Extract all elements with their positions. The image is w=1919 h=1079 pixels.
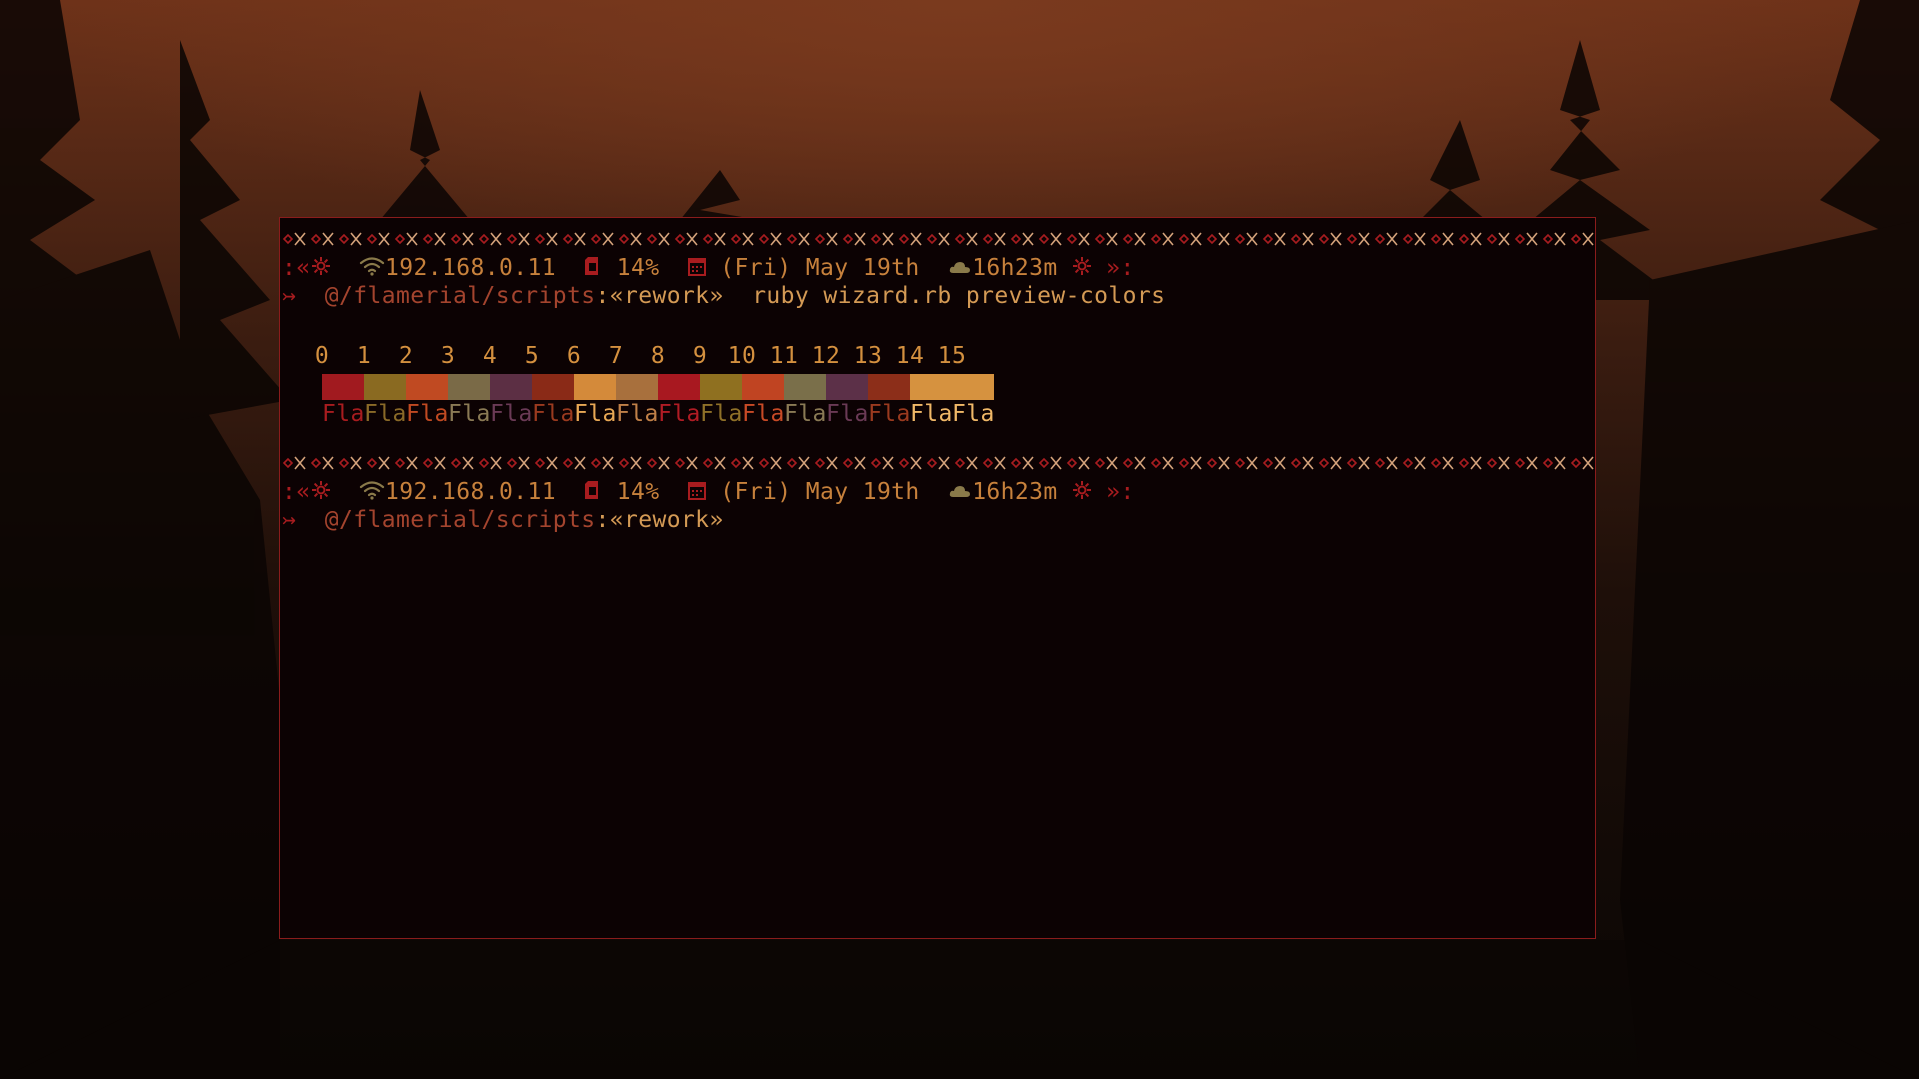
palette-index: 4	[482, 343, 498, 369]
palette-sample-text: Fla	[406, 401, 449, 427]
palette-swatch	[448, 374, 490, 400]
sun-icon	[311, 255, 331, 283]
prompt-close: »:	[1106, 255, 1135, 281]
palette-index: 15	[937, 343, 967, 369]
uptime: 16h23m	[972, 255, 1058, 281]
palette-swatches	[322, 374, 994, 400]
palette-sample-text: Fla	[700, 401, 743, 427]
prompt-open: :«	[282, 479, 311, 505]
palette-sample-text: Fla	[952, 401, 995, 427]
palette-index: 8	[650, 343, 666, 369]
palette-swatch	[616, 374, 658, 400]
palette-index: 10	[727, 343, 757, 369]
git-branch: «rework»	[609, 283, 724, 309]
sun-icon	[1072, 255, 1092, 283]
palette-sample-text: Fla	[910, 401, 953, 427]
palette-swatch	[700, 374, 742, 400]
palette-swatch	[868, 374, 910, 400]
command-line: ↣ @/flamerial/scripts:«rework» ruby wiza…	[280, 282, 1595, 310]
command-text: ruby wizard.rb preview-colors	[752, 283, 1166, 309]
calendar-icon	[687, 479, 706, 507]
palette-sample-text: Fla	[490, 401, 533, 427]
sd-card-icon	[584, 479, 602, 507]
battery-percent: 14%	[616, 479, 660, 505]
palette-index: 11	[769, 343, 799, 369]
date: (Fri) May 19th	[720, 479, 920, 505]
palette-index: 3	[440, 343, 456, 369]
palette-swatch	[322, 374, 364, 400]
palette-samples: Fla Fla Fla Fla Fla Fla Fla Fla Fla Fla Fla Fla Fla F…	[322, 400, 994, 428]
status-line: :« 192.168.0.11 14% (Fri) May 19th 16h23…	[280, 254, 1595, 282]
calendar-icon	[687, 255, 706, 283]
palette-index: 6	[566, 343, 582, 369]
palette-index: 1	[356, 343, 372, 369]
prompt-arrow: ↣	[282, 507, 297, 533]
current-path: @/flamerial/scripts	[324, 507, 596, 533]
palette-swatch	[490, 374, 532, 400]
palette-sample-text: Fla	[532, 401, 575, 427]
wifi-icon	[359, 479, 385, 507]
palette-sample-text: Fla	[448, 401, 491, 427]
decorative-border	[280, 454, 1595, 472]
cloud-icon	[948, 479, 972, 507]
ip-address: 192.168.0.11	[385, 479, 556, 505]
terminal-window[interactable]: :« 192.168.0.11 14% (Fri) May 19th 16h23…	[279, 217, 1596, 939]
palette-swatch	[910, 374, 952, 400]
palette-swatch	[952, 374, 994, 400]
cross-pattern-border	[280, 454, 1595, 472]
palette-index: 9	[692, 343, 708, 369]
prompt-close: »:	[1106, 479, 1135, 505]
palette-sample-text: Fla	[868, 401, 911, 427]
palette-sample-text: Fla	[826, 401, 869, 427]
palette-swatch	[574, 374, 616, 400]
palette-index: 14	[895, 343, 925, 369]
palette-sample-text: Fla	[574, 401, 617, 427]
palette-swatch	[826, 374, 868, 400]
palette-index: 7	[608, 343, 624, 369]
wifi-icon	[359, 255, 385, 283]
palette-swatch	[406, 374, 448, 400]
cloud-icon	[948, 255, 972, 283]
prompt-block-2: :« 192.168.0.11 14% (Fri) May 19th 16h23…	[280, 454, 1595, 534]
palette-sample-text: Fla	[658, 401, 701, 427]
input-line[interactable]: ↣ @/flamerial/scripts:«rework»	[280, 506, 1595, 534]
palette-swatch	[532, 374, 574, 400]
palette-swatch	[784, 374, 826, 400]
palette-index: 13	[853, 343, 883, 369]
palette-sample-text: Fla	[322, 401, 365, 427]
palette-sample-text: Fla	[784, 401, 827, 427]
prompt-arrow: ↣	[282, 283, 297, 309]
current-path: @/flamerial/scripts	[324, 283, 596, 309]
ip-address: 192.168.0.11	[385, 255, 556, 281]
palette-index: 12	[811, 343, 841, 369]
palette-swatch	[658, 374, 700, 400]
sun-icon	[311, 479, 331, 507]
date: (Fri) May 19th	[720, 255, 920, 281]
status-line: :« 192.168.0.11 14% (Fri) May 19th 16h23…	[280, 478, 1595, 506]
battery-percent: 14%	[616, 255, 660, 281]
branch-colon: :	[595, 283, 610, 309]
uptime: 16h23m	[972, 479, 1058, 505]
palette-index: 5	[524, 343, 540, 369]
git-branch: «rework»	[609, 507, 724, 533]
prompt-open: :«	[282, 255, 311, 281]
palette-sample-text: Fla	[364, 401, 407, 427]
branch-colon: :	[595, 507, 610, 533]
palette-swatch	[742, 374, 784, 400]
sun-icon	[1072, 479, 1092, 507]
sd-card-icon	[584, 255, 602, 283]
prompt-block-1: :« 192.168.0.11 14% (Fri) May 19th 16h23…	[280, 230, 1595, 427]
cross-pattern-border	[280, 230, 1595, 248]
palette-sample-text: Fla	[616, 401, 659, 427]
decorative-border	[280, 230, 1595, 248]
palette-index: 0	[314, 343, 330, 369]
palette-index: 2	[398, 343, 414, 369]
palette-sample-text: Fla	[742, 401, 785, 427]
palette-swatch	[364, 374, 406, 400]
